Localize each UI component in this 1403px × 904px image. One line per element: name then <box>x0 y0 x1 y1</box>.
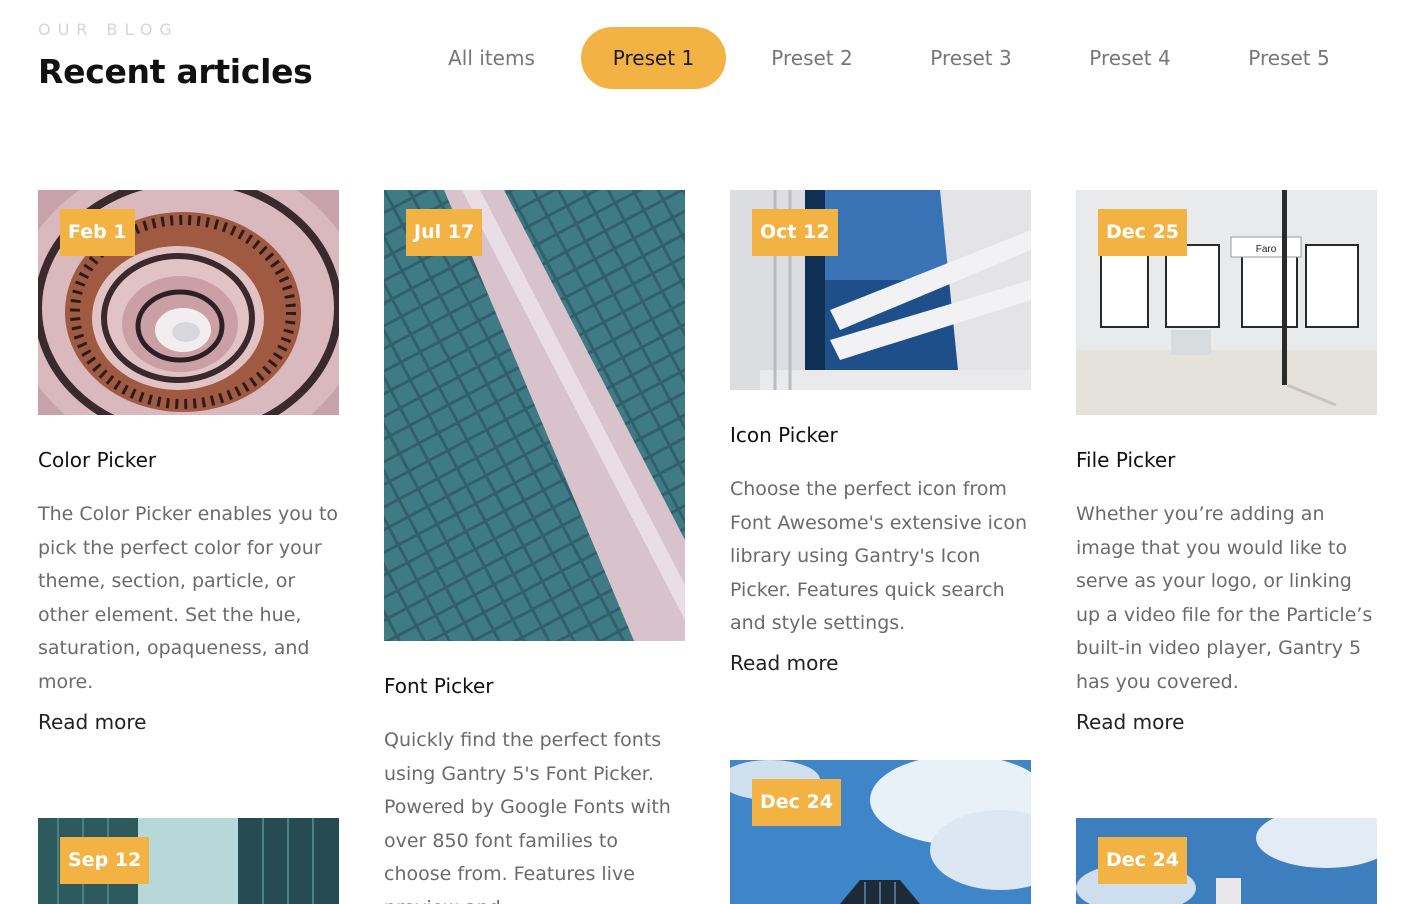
article-excerpt: Choose the perfect icon from Font Awesom… <box>730 478 1028 635</box>
article-card: Feb 1 Color Picker The Color Picker enab… <box>38 190 339 750</box>
date-badge: Dec 25 <box>1098 209 1187 256</box>
article-image[interactable]: Feb 1 <box>38 190 339 415</box>
article-image[interactable]: Sep 12 <box>38 818 339 904</box>
tab-preset-4[interactable]: Preset 4 <box>1066 27 1194 89</box>
read-more-link[interactable]: Read more <box>730 651 838 675</box>
article-excerpt: The Color Picker enables you to pick the… <box>38 503 339 693</box>
article-image[interactable]: Dec 24 <box>730 760 1031 904</box>
article-image[interactable]: Dec 24 <box>1076 818 1377 904</box>
article-title[interactable]: File Picker <box>1076 448 1175 472</box>
read-more-link[interactable]: Read more <box>38 710 146 734</box>
tab-preset-2[interactable]: Preset 2 <box>748 27 876 89</box>
tab-preset-1[interactable]: Preset 1 <box>581 27 726 89</box>
read-more-link[interactable]: Read more <box>1076 710 1184 734</box>
article-card: Sep 12 <box>38 818 339 904</box>
date-badge: Jul 17 <box>406 209 483 256</box>
article-excerpt: Quickly find the perfect fonts using Gan… <box>384 729 671 904</box>
article-card: Jul 17 Font Picker Quickly find the perf… <box>384 190 685 904</box>
article-card: Dec 24 <box>730 760 1031 904</box>
article-title[interactable]: Color Picker <box>38 448 156 472</box>
date-badge: Oct 12 <box>752 209 838 256</box>
article-image[interactable]: Faro Dec 25 <box>1076 190 1377 415</box>
date-badge: Dec 24 <box>752 779 841 826</box>
article-image[interactable]: Jul 17 <box>384 190 685 641</box>
faro-sign-text: Faro <box>1256 244 1277 255</box>
article-image[interactable]: Oct 12 <box>730 190 1031 390</box>
article-card: Faro Dec 25 File Picker Whether you’re a… <box>1076 190 1377 750</box>
date-badge: Dec 24 <box>1098 837 1187 884</box>
blog-eyebrow: OUR BLOG <box>38 20 179 39</box>
page-title: Recent articles <box>38 52 313 91</box>
article-title[interactable]: Icon Picker <box>730 423 838 447</box>
article-excerpt: Whether you’re adding an image that you … <box>1076 503 1373 693</box>
date-badge: Feb 1 <box>60 209 135 256</box>
date-badge: Sep 12 <box>60 837 150 884</box>
tab-all-items[interactable]: All items <box>428 27 555 89</box>
article-title[interactable]: Font Picker <box>384 674 493 698</box>
article-card: Oct 12 Icon Picker Choose the perfect ic… <box>730 190 1031 690</box>
tab-preset-5[interactable]: Preset 5 <box>1225 27 1353 89</box>
tab-preset-3[interactable]: Preset 3 <box>907 27 1035 89</box>
article-card: Dec 24 <box>1076 818 1377 904</box>
